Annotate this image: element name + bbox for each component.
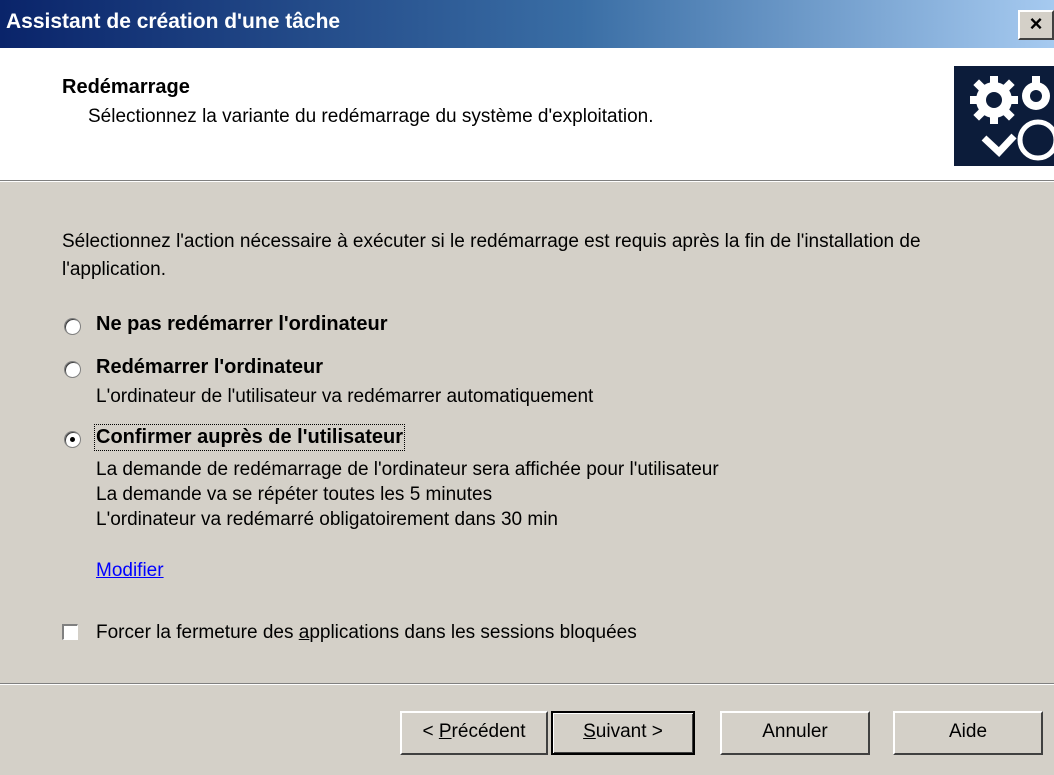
- option-confirm-desc-2: La demande va se répéter toutes les 5 mi…: [96, 484, 493, 505]
- radio-restart[interactable]: [64, 361, 81, 378]
- force-close-checkbox[interactable]: [62, 624, 78, 640]
- footer-divider: [0, 683, 1054, 685]
- page-subtitle: Sélectionnez la variante du redémarrage …: [88, 106, 654, 127]
- option-restart-desc: L'ordinateur de l'utilisateur va redémar…: [96, 386, 594, 407]
- force-close-label-accel: a: [298, 622, 310, 643]
- page-title: Redémarrage: [62, 76, 190, 98]
- force-close-label[interactable]: Forcer la fermeture des applications dan…: [96, 622, 637, 644]
- previous-label-accel: P: [438, 721, 452, 742]
- gears-icon: [954, 66, 1054, 166]
- force-close-label-post: pplications dans les sessions bloquées: [309, 622, 637, 643]
- help-button[interactable]: Aide: [893, 711, 1043, 755]
- wizard-header: Redémarrage Sélectionnez la variante du …: [0, 48, 1054, 180]
- title-bar: Assistant de création d'une tâche ×: [0, 0, 1054, 48]
- close-button[interactable]: ×: [1018, 10, 1054, 40]
- intro-text: Sélectionnez l'action nécessaire à exécu…: [62, 231, 921, 280]
- option-confirm-desc-3: L'ordinateur va redémarré obligatoiremen…: [96, 509, 558, 530]
- next-button[interactable]: Suivant >: [551, 711, 695, 755]
- next-label-accel: S: [583, 721, 596, 742]
- previous-label-pre: <: [422, 721, 439, 742]
- next-label-post: uivant >: [595, 721, 663, 742]
- radio-confirm-user[interactable]: [64, 431, 81, 448]
- option-restart-label[interactable]: Redémarrer l'ordinateur: [96, 356, 323, 379]
- previous-button[interactable]: < Précédent: [400, 711, 548, 755]
- cancel-button[interactable]: Annuler: [720, 711, 870, 755]
- header-divider: [0, 180, 1054, 182]
- modify-link[interactable]: Modifier: [96, 560, 164, 582]
- previous-label-post: récédent: [451, 721, 526, 742]
- option-no-restart-label[interactable]: Ne pas redémarrer l'ordinateur: [96, 313, 388, 336]
- radio-selected-dot: [70, 437, 75, 442]
- force-close-label-pre: Forcer la fermeture des: [96, 622, 299, 643]
- window-title: Assistant de création d'une tâche: [6, 10, 341, 33]
- option-confirm-user-label[interactable]: Confirmer auprès de l'utilisateur: [93, 424, 406, 451]
- option-confirm-desc-1: La demande de redémarrage de l'ordinateu…: [96, 459, 719, 480]
- radio-no-restart[interactable]: [64, 318, 81, 335]
